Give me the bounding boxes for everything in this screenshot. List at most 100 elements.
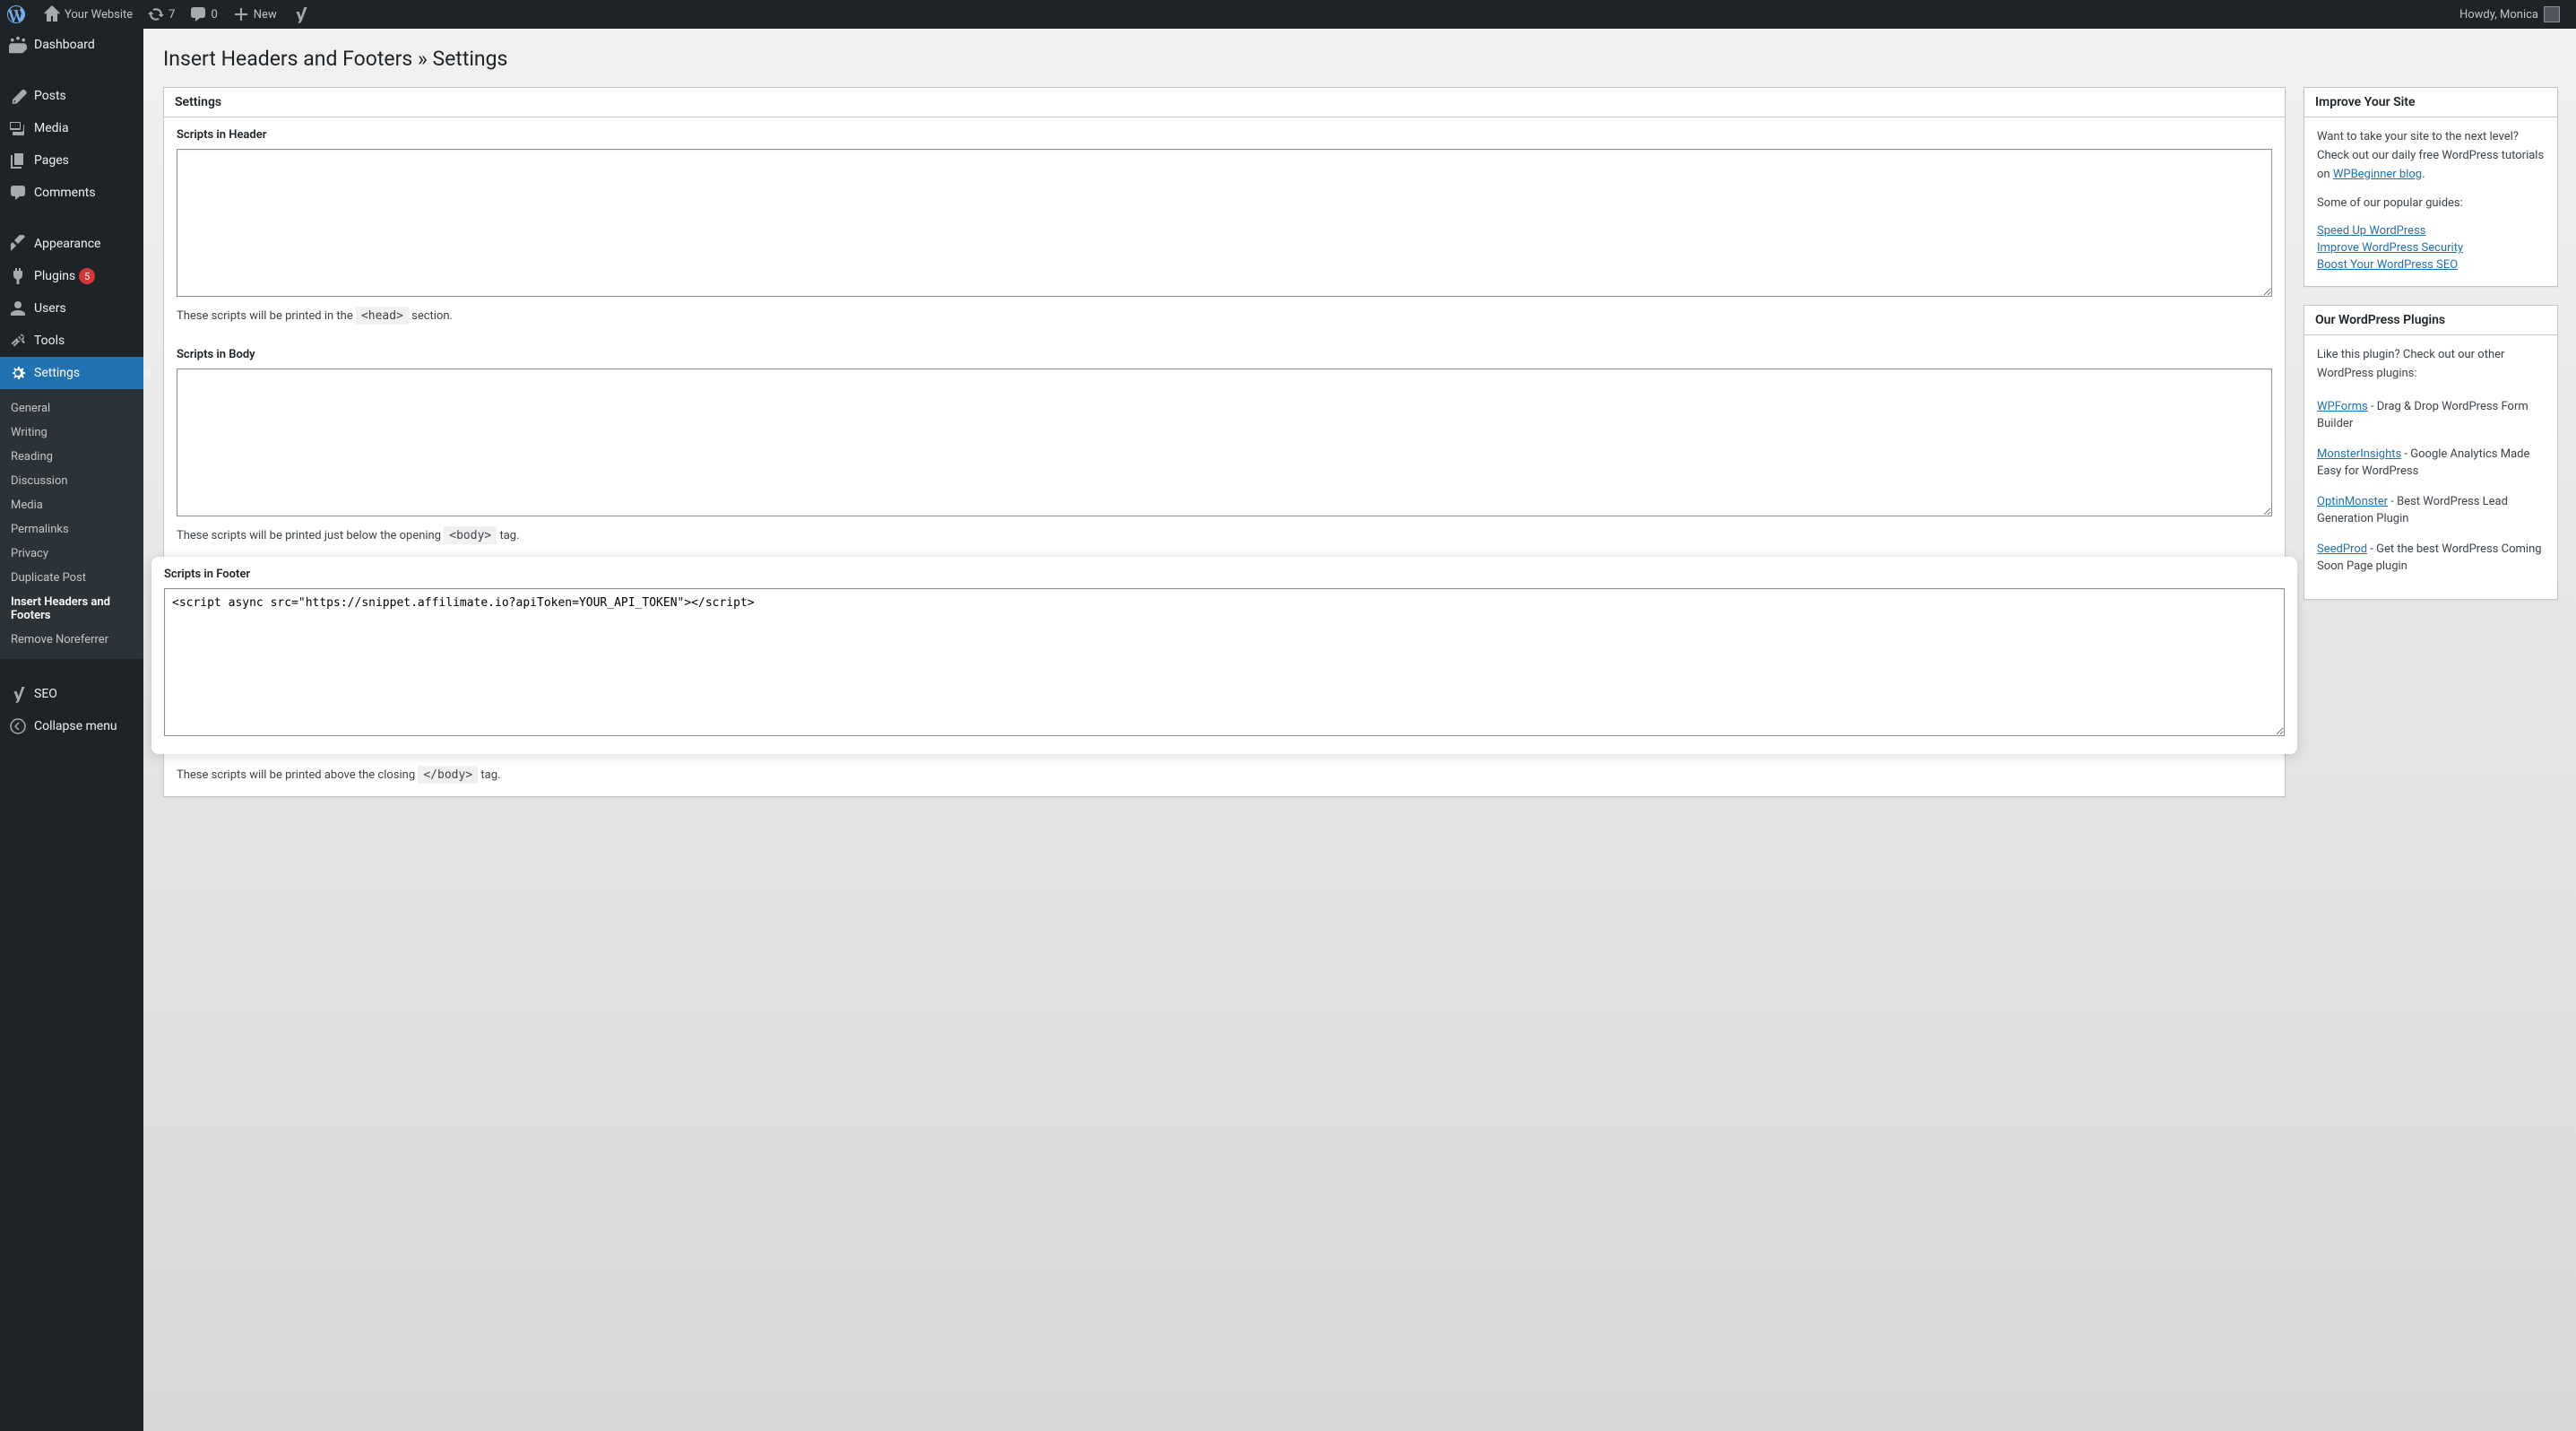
menu-label: Pages: [34, 153, 69, 168]
yoast-link[interactable]: [284, 0, 320, 29]
menu-plugins[interactable]: Plugins 5: [0, 260, 143, 292]
menu-label: Tools: [34, 334, 65, 348]
menu-label: Plugins: [34, 269, 75, 283]
tools-icon: [9, 332, 27, 350]
code: <body>: [444, 526, 497, 544]
submenu-privacy[interactable]: Privacy: [0, 542, 143, 566]
code: </body>: [418, 766, 478, 784]
posts-icon: [9, 87, 27, 105]
submenu-remove-noreferrer[interactable]: Remove Noreferrer: [0, 628, 143, 652]
new-content-link[interactable]: New: [225, 0, 284, 29]
settings-heading: Settings: [164, 88, 2285, 117]
menu-label: Collapse menu: [34, 719, 117, 733]
main-content: Insert Headers and Footers » Settings Se…: [143, 29, 2576, 1431]
footer-scripts-label: Scripts in Footer: [164, 568, 2285, 581]
appearance-icon: [9, 235, 27, 253]
menu-tools[interactable]: Tools: [0, 325, 143, 357]
security-link[interactable]: Improve WordPress Security: [2317, 241, 2545, 255]
wp-logo[interactable]: [0, 0, 36, 29]
submenu-media[interactable]: Media: [0, 493, 143, 517]
submenu-discussion[interactable]: Discussion: [0, 469, 143, 493]
user-avatar-icon: [2544, 6, 2560, 22]
menu-media[interactable]: Media: [0, 112, 143, 144]
text: These scripts will be printed in the: [177, 309, 356, 323]
yoast-icon: [291, 5, 309, 23]
updates-icon: [147, 5, 165, 23]
howdy-text: Howdy, Monica: [2459, 8, 2538, 22]
plugins-icon: [9, 267, 27, 285]
wpbeginner-link[interactable]: WPBeginner blog: [2333, 168, 2422, 181]
footer-scripts-textarea[interactable]: [164, 588, 2285, 736]
comments-icon: [9, 184, 27, 202]
improve-box: Improve Your Site Want to take your site…: [2304, 87, 2558, 287]
submenu-duplicate-post[interactable]: Duplicate Post: [0, 566, 143, 590]
footer-scripts-descr-wrap: These scripts will be printed above the …: [164, 754, 2285, 796]
body-scripts-description: These scripts will be printed just below…: [177, 529, 2272, 542]
wordpress-icon: [7, 5, 25, 23]
site-name: Your Website: [65, 8, 133, 22]
menu-label: Comments: [34, 186, 96, 200]
menu-dashboard[interactable]: Dashboard: [0, 29, 143, 61]
code: <head>: [356, 307, 409, 325]
seo-link[interactable]: Boost Your WordPress SEO: [2317, 258, 2545, 272]
comments-link[interactable]: 0: [182, 0, 224, 29]
submenu-general[interactable]: General: [0, 396, 143, 421]
new-label: New: [254, 8, 277, 22]
settings-icon: [9, 364, 27, 382]
menu-label: Users: [34, 301, 66, 316]
ourplugins-heading: Our WordPress Plugins: [2304, 306, 2557, 335]
menu-users[interactable]: Users: [0, 292, 143, 325]
submenu-permalinks[interactable]: Permalinks: [0, 517, 143, 542]
monsterinsights-link[interactable]: MonsterInsights: [2317, 447, 2401, 461]
collapse-menu[interactable]: Collapse menu: [0, 710, 143, 742]
menu-label: Appearance: [34, 237, 100, 251]
site-name-link[interactable]: Your Website: [36, 0, 140, 29]
updates-link[interactable]: 7: [140, 0, 182, 29]
comments-bubble-icon: [189, 5, 207, 23]
optinmonster-link[interactable]: OptinMonster: [2317, 495, 2388, 508]
header-scripts-section: Scripts in Header These scripts will be …: [164, 117, 2285, 337]
plugin-monsterinsights: MonsterInsights - Google Analytics Made …: [2317, 446, 2545, 481]
menu-label: Settings: [34, 366, 80, 380]
seedprod-link[interactable]: SeedProd: [2317, 542, 2367, 556]
comments-count: 0: [211, 8, 217, 22]
text: section.: [409, 309, 453, 323]
text: tag.: [478, 768, 500, 782]
submenu-insert-headers[interactable]: Insert Headers and Footers: [0, 590, 143, 628]
seo-icon: [9, 685, 27, 703]
plugin-optinmonster: OptinMonster - Best WordPress Lead Gener…: [2317, 493, 2545, 528]
menu-settings[interactable]: Settings: [0, 357, 143, 389]
media-icon: [9, 119, 27, 137]
improve-intro: Want to take your site to the next level…: [2317, 128, 2545, 184]
menu-seo[interactable]: SEO: [0, 678, 143, 710]
menu-appearance[interactable]: Appearance: [0, 228, 143, 260]
text: These scripts will be printed just below…: [177, 529, 444, 542]
text: These scripts will be printed above the …: [177, 768, 418, 782]
menu-comments[interactable]: Comments: [0, 177, 143, 209]
users-icon: [9, 299, 27, 317]
updates-count: 7: [169, 8, 175, 22]
header-scripts-textarea[interactable]: [177, 149, 2272, 297]
plugin-seedprod: SeedProd - Get the best WordPress Coming…: [2317, 541, 2545, 576]
wpforms-link[interactable]: WPForms: [2317, 400, 2368, 413]
admin-sidebar: Dashboard Posts Media Pages Comments App…: [0, 29, 143, 1431]
text: .: [2422, 168, 2425, 181]
submenu-writing[interactable]: Writing: [0, 421, 143, 445]
pages-icon: [9, 152, 27, 169]
menu-label: Dashboard: [34, 38, 95, 52]
settings-submenu: General Writing Reading Discussion Media…: [0, 389, 143, 659]
text: tag.: [497, 529, 519, 542]
menu-posts[interactable]: Posts: [0, 80, 143, 112]
body-scripts-textarea[interactable]: [177, 369, 2272, 516]
improve-guides-label: Some of our popular guides:: [2317, 195, 2545, 213]
improve-heading: Improve Your Site: [2304, 88, 2557, 117]
ourplugins-intro: Like this plugin? Check out our other Wo…: [2317, 346, 2545, 384]
page-title: Insert Headers and Footers » Settings: [163, 47, 2558, 71]
submenu-reading[interactable]: Reading: [0, 445, 143, 469]
header-scripts-description: These scripts will be printed in the <he…: [177, 309, 2272, 323]
speed-link[interactable]: Speed Up WordPress: [2317, 224, 2545, 238]
menu-pages[interactable]: Pages: [0, 144, 143, 177]
settings-box: Settings Scripts in Header These scripts…: [163, 87, 2286, 797]
menu-label: SEO: [34, 687, 57, 701]
user-menu[interactable]: Howdy, Monica: [2452, 0, 2567, 29]
